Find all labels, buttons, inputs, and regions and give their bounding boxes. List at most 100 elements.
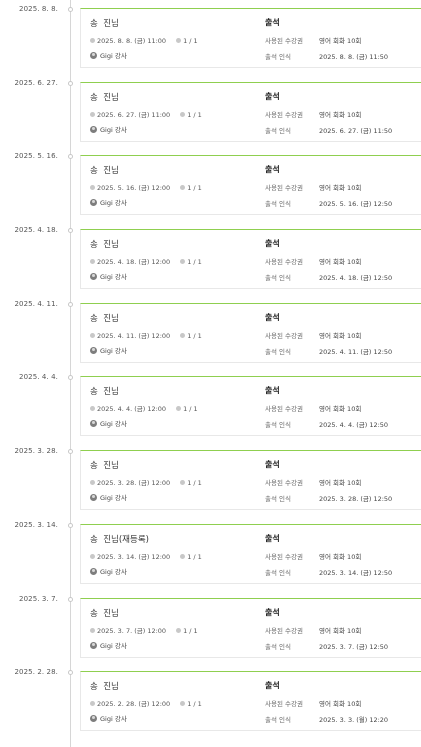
teacher-avatar (90, 346, 97, 354)
approved-value: 2025. 3. 3. (월) 12:20 (319, 716, 389, 725)
lesson-capacity: 1 / 1 (187, 258, 202, 267)
teacher-info: Gigi 강사 (90, 640, 127, 650)
entry-date: 2025. 4. 4. (19, 373, 58, 382)
lesson-capacity: 1 / 1 (187, 479, 202, 488)
people-icon (176, 627, 182, 633)
attendance-card[interactable]: 송 진님 2025. 8. 8. (금) 11:00 1 / 1 Gigi 강사 … (80, 8, 421, 68)
approved-label: 출석 인식 (265, 495, 291, 504)
ticket-label: 사용된 수강권 (265, 552, 303, 561)
student-name: 송 진님 (90, 461, 119, 472)
attendance-status: 출석 (265, 239, 280, 249)
approved-value: 2025. 4. 11. (금) 12:50 (319, 347, 393, 356)
teacher-info: Gigi 강사 (90, 713, 127, 723)
entry-date: 2025. 8. 8. (19, 5, 58, 13)
people-icon (180, 185, 186, 191)
student-name: 송 진님 (90, 313, 119, 324)
attendance-status: 출석 (265, 460, 280, 470)
approved-label: 출석 인식 (265, 347, 291, 356)
attendance-card[interactable]: 송 진님 2025. 3. 7. (금) 12:00 1 / 1 Gigi 강사 … (80, 597, 421, 658)
entry-date: 2025. 4. 18. (14, 226, 58, 235)
people-icon (180, 553, 186, 559)
attendance-card[interactable]: 송 진님 2025. 6. 27. (금) 11:00 1 / 1 Gigi 강사… (80, 81, 421, 142)
ticket-value: 영어 회화 10회 (319, 405, 362, 414)
clock-icon (90, 627, 95, 633)
teacher-name: Gigi 강사 (100, 346, 127, 355)
attendance-status: 출석 (265, 386, 280, 396)
ticket-value: 영어 회화 10회 (319, 184, 362, 193)
entry-date: 2025. 2. 28. (14, 668, 58, 677)
timeline-dot (67, 154, 73, 160)
lesson-time: 2025. 4. 4. (금) 12:00 (97, 405, 167, 414)
lesson-capacity: 1 / 1 (187, 331, 202, 340)
approved-label: 출석 인식 (265, 126, 291, 135)
people-icon (180, 480, 186, 486)
ticket-value: 영어 회화 10회 (319, 700, 362, 709)
ticket-value: 영어 회화 10회 (319, 258, 362, 267)
timeline-entry: 2025. 3. 28. 송 진님 2025. 3. 28. (금) 12:00… (0, 442, 421, 516)
timeline-entry: 2025. 4. 18. 송 진님 2025. 4. 18. (금) 12:00… (0, 221, 421, 295)
timeline-entry: 2025. 3. 14. 송 진님(재등록) 2025. 3. 14. (금) … (0, 516, 421, 590)
timeline-entry: 2025. 4. 11. 송 진님 2025. 4. 11. (금) 12:00… (0, 295, 421, 369)
timeline-dot (67, 80, 73, 86)
approved-value: 2025. 4. 4. (금) 12:50 (319, 421, 389, 430)
lesson-meta: 2025. 3. 7. (금) 12:00 1 / 1 (90, 625, 198, 635)
people-icon (180, 701, 186, 707)
clock-icon (90, 38, 95, 43)
timeline-entry: 2025. 4. 4. 송 진님 2025. 4. 4. (금) 12:00 1 … (0, 368, 421, 442)
teacher-info: Gigi 강사 (90, 418, 127, 428)
timeline-entry: 2025. 6. 27. 송 진님 2025. 6. 27. (금) 11:00… (0, 74, 421, 148)
timeline-entry: 2025. 3. 7. 송 진님 2025. 3. 7. (금) 12:00 1 … (0, 590, 421, 664)
lesson-time: 2025. 3. 28. (금) 12:00 (97, 479, 171, 488)
teacher-avatar (90, 567, 97, 575)
teacher-name: Gigi 강사 (100, 567, 127, 576)
lesson-capacity: 1 / 1 (183, 405, 198, 414)
student-name: 송 진님 (90, 387, 119, 398)
attendance-card[interactable]: 송 진님 2025. 5. 16. (금) 12:00 1 / 1 Gigi 강사… (80, 155, 421, 216)
teacher-avatar (90, 125, 97, 133)
lesson-capacity: 1 / 1 (187, 110, 202, 119)
attendance-card[interactable]: 송 진님 2025. 4. 11. (금) 12:00 1 / 1 Gigi 강사… (80, 302, 421, 363)
attendance-card[interactable]: 송 진님(재등록) 2025. 3. 14. (금) 12:00 1 / 1 Gi… (80, 523, 421, 584)
lesson-time: 2025. 4. 18. (금) 12:00 (97, 258, 171, 267)
approved-value: 2025. 3. 28. (금) 12:50 (319, 495, 393, 504)
timeline-dot (67, 228, 73, 234)
teacher-avatar (90, 420, 97, 428)
ticket-label: 사용된 수강권 (265, 700, 303, 709)
clock-icon (90, 332, 95, 338)
ticket-value: 영어 회화 10회 (319, 37, 362, 45)
teacher-name: Gigi 강사 (100, 125, 127, 134)
ticket-label: 사용된 수강권 (265, 184, 303, 193)
lesson-capacity: 1 / 1 (183, 37, 198, 45)
lesson-time: 2025. 8. 8. (금) 11:00 (97, 37, 167, 45)
lesson-meta: 2025. 2. 28. (금) 12:00 1 / 1 (90, 698, 202, 708)
lesson-meta: 2025. 3. 14. (금) 12:00 1 / 1 (90, 551, 202, 561)
approved-value: 2025. 4. 18. (금) 12:50 (319, 274, 393, 283)
attendance-card[interactable]: 송 진님 2025. 2. 28. (금) 12:00 1 / 1 Gigi 강사… (80, 671, 421, 732)
clock-icon (90, 185, 95, 191)
ticket-label: 사용된 수강권 (265, 258, 303, 267)
approved-label: 출석 인식 (265, 642, 291, 651)
lesson-meta: 2025. 5. 16. (금) 12:00 1 / 1 (90, 182, 202, 192)
approved-label: 출석 인식 (265, 53, 291, 61)
entry-date: 2025. 4. 11. (14, 299, 58, 308)
teacher-name: Gigi 강사 (100, 273, 127, 282)
ticket-value: 영어 회화 10회 (319, 552, 362, 561)
teacher-avatar (90, 273, 97, 281)
approved-value: 2025. 3. 7. (금) 12:50 (319, 642, 389, 651)
clock-icon (90, 701, 95, 707)
people-icon (176, 406, 182, 412)
entry-date: 2025. 6. 27. (14, 78, 58, 87)
lesson-time: 2025. 5. 16. (금) 12:00 (97, 184, 171, 193)
teacher-avatar (90, 52, 97, 59)
lesson-time: 2025. 6. 27. (금) 11:00 (97, 110, 171, 119)
attendance-card[interactable]: 송 진님 2025. 4. 4. (금) 12:00 1 / 1 Gigi 강사 … (80, 376, 421, 437)
ticket-value: 영어 회화 10회 (319, 110, 362, 119)
clock-icon (90, 111, 95, 117)
attendance-status: 출석 (265, 607, 280, 617)
clock-icon (90, 259, 95, 265)
attendance-card[interactable]: 송 진님 2025. 4. 18. (금) 12:00 1 / 1 Gigi 강사… (80, 229, 421, 290)
ticket-value: 영어 회화 10회 (319, 331, 362, 340)
attendance-card[interactable]: 송 진님 2025. 3. 28. (금) 12:00 1 / 1 Gigi 강사… (80, 450, 421, 511)
lesson-meta: 2025. 6. 27. (금) 11:00 1 / 1 (90, 109, 202, 119)
timeline-dot (67, 596, 73, 602)
